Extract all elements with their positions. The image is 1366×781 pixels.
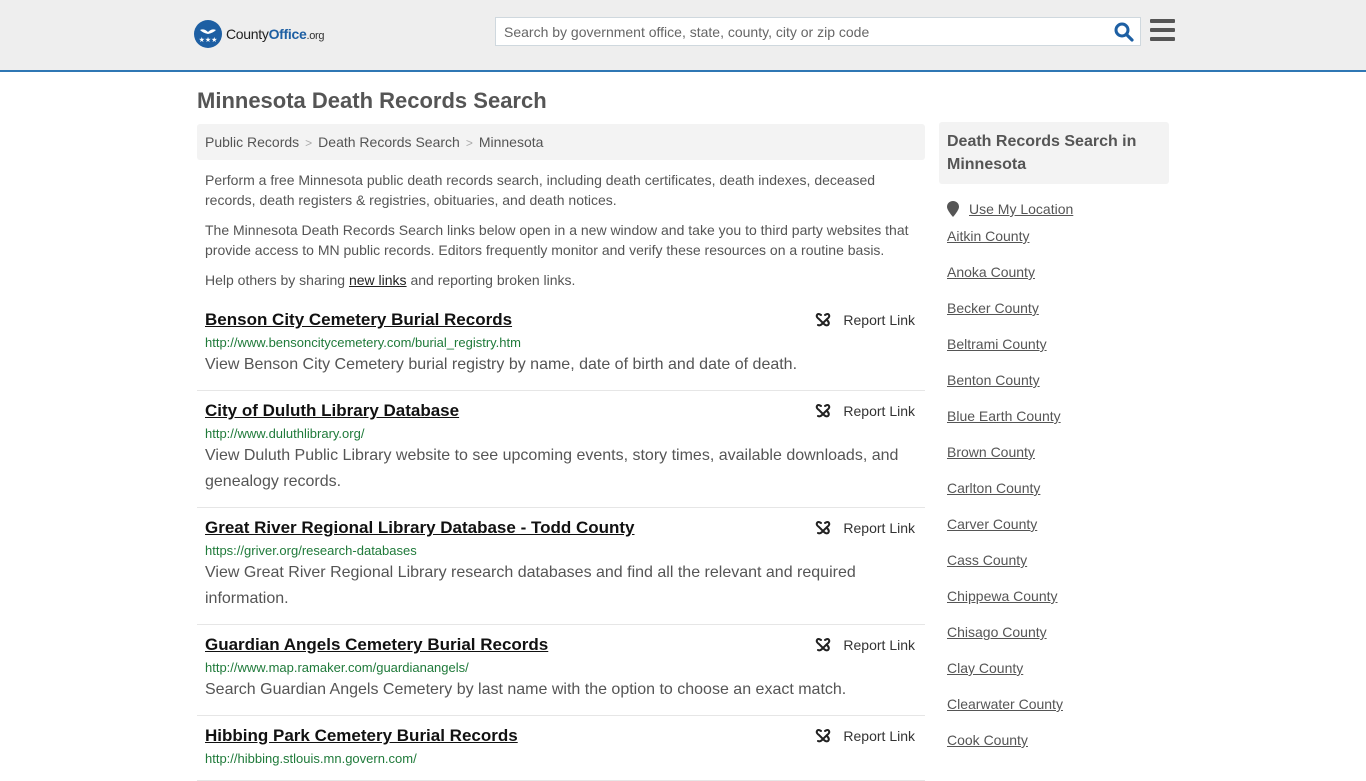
result-description: View Duluth Public Library website to se… bbox=[205, 447, 899, 490]
county-list-item: Beltrami County bbox=[947, 336, 1169, 372]
breadcrumb-minnesota[interactable]: Minnesota bbox=[479, 134, 544, 150]
search-icon bbox=[1114, 22, 1134, 42]
result-url: http://www.bensoncitycemetery.com/burial… bbox=[205, 335, 521, 350]
breadcrumb-separator: > bbox=[465, 136, 473, 150]
county-list-item: Clearwater County bbox=[947, 696, 1169, 732]
county-link[interactable]: Clay County bbox=[947, 660, 1023, 676]
report-link-button[interactable]: Report Link bbox=[815, 728, 915, 744]
result-url: http://www.map.ramaker.com/guardianangel… bbox=[205, 660, 469, 675]
county-list-item: Carlton County bbox=[947, 480, 1169, 516]
menu-icon-bar bbox=[1150, 37, 1175, 41]
result-item: Hibbing Park Cemetery Burial Records htt… bbox=[197, 716, 925, 781]
county-list-item: Brown County bbox=[947, 444, 1169, 480]
use-location: Use My Location bbox=[939, 201, 1169, 217]
intro-share-paragraph: Help others by sharing new links and rep… bbox=[205, 272, 576, 288]
use-my-location-link[interactable]: Use My Location bbox=[969, 201, 1073, 217]
county-link[interactable]: Chisago County bbox=[947, 624, 1047, 640]
result-item: Great River Regional Library Database - … bbox=[197, 508, 925, 625]
result-description: View Great River Regional Library resear… bbox=[205, 564, 856, 607]
county-link[interactable]: Cass County bbox=[947, 552, 1027, 568]
county-link[interactable]: Brown County bbox=[947, 444, 1035, 460]
logo-text: CountyOffice.org bbox=[226, 26, 325, 42]
breadcrumb-death-records-search[interactable]: Death Records Search bbox=[318, 134, 460, 150]
result-url: http://www.duluthlibrary.org/ bbox=[205, 426, 365, 441]
search-button[interactable] bbox=[1114, 22, 1134, 42]
broken-link-icon bbox=[816, 521, 831, 535]
intro-text: Perform a free Minnesota public death re… bbox=[205, 170, 920, 300]
county-list-item: Chisago County bbox=[947, 624, 1169, 660]
search-input[interactable] bbox=[496, 18, 1106, 45]
menu-icon-bar bbox=[1150, 19, 1175, 23]
result-url: https://griver.org/research-databases bbox=[205, 543, 417, 558]
county-list-item: Cook County bbox=[947, 732, 1169, 768]
county-link[interactable]: Carver County bbox=[947, 516, 1037, 532]
county-list-item: Cass County bbox=[947, 552, 1169, 588]
result-title-link[interactable]: Hibbing Park Cemetery Burial Records bbox=[205, 726, 518, 746]
new-links-link[interactable]: new links bbox=[349, 272, 407, 288]
county-link[interactable]: Chippewa County bbox=[947, 588, 1058, 604]
county-list-item: Aitkin County bbox=[947, 228, 1169, 264]
broken-link-icon bbox=[816, 638, 831, 652]
county-link[interactable]: Clearwater County bbox=[947, 696, 1063, 712]
county-list-item: Carver County bbox=[947, 516, 1169, 552]
county-link[interactable]: Anoka County bbox=[947, 264, 1035, 280]
result-title-link[interactable]: City of Duluth Library Database bbox=[205, 401, 459, 421]
svg-text:★★★: ★★★ bbox=[199, 36, 218, 44]
broken-link-icon bbox=[816, 729, 831, 743]
broken-link-icon bbox=[816, 313, 831, 327]
result-title-link[interactable]: Guardian Angels Cemetery Burial Records bbox=[205, 635, 548, 655]
broken-link-icon bbox=[816, 404, 831, 418]
county-list-item: Anoka County bbox=[947, 264, 1169, 300]
county-list: Aitkin County Anoka County Becker County Be… bbox=[939, 228, 1169, 768]
eagle-logo-icon: ★★★ bbox=[194, 20, 222, 48]
result-description: View Benson City Cemetery burial registr… bbox=[205, 356, 798, 373]
intro-paragraph: The Minnesota Death Records Search links… bbox=[205, 222, 909, 258]
result-title-link[interactable]: Benson City Cemetery Burial Records bbox=[205, 310, 512, 330]
report-link-button[interactable]: Report Link bbox=[815, 312, 915, 328]
sidebar-heading: Death Records Search in Minnesota bbox=[939, 122, 1169, 184]
report-link-button[interactable]: Report Link bbox=[815, 403, 915, 419]
map-pin-icon bbox=[947, 201, 959, 217]
county-list-item: Blue Earth County bbox=[947, 408, 1169, 444]
report-link-button[interactable]: Report Link bbox=[815, 520, 915, 536]
site-logo[interactable]: ★★★ CountyOffice.org bbox=[194, 20, 325, 48]
county-link[interactable]: Beltrami County bbox=[947, 336, 1047, 352]
county-link[interactable]: Becker County bbox=[947, 300, 1039, 316]
county-list-item: Chippewa County bbox=[947, 588, 1169, 624]
search-box bbox=[495, 17, 1141, 46]
county-list-item: Clay County bbox=[947, 660, 1169, 696]
result-title-link[interactable]: Great River Regional Library Database - … bbox=[205, 518, 635, 538]
county-link[interactable]: Aitkin County bbox=[947, 228, 1029, 244]
menu-icon-bar bbox=[1150, 28, 1175, 32]
county-list-item: Benton County bbox=[947, 372, 1169, 408]
result-url: http://hibbing.stlouis.mn.govern.com/ bbox=[205, 751, 417, 766]
intro-paragraph: Perform a free Minnesota public death re… bbox=[205, 172, 876, 208]
result-item: Benson City Cemetery Burial Records http… bbox=[197, 300, 925, 391]
result-item: City of Duluth Library Database http://w… bbox=[197, 391, 925, 508]
result-description: Search Guardian Angels Cemetery by last … bbox=[205, 681, 847, 698]
county-list-item: Becker County bbox=[947, 300, 1169, 336]
page-title: Minnesota Death Records Search bbox=[197, 88, 547, 113]
county-link[interactable]: Benton County bbox=[947, 372, 1040, 388]
county-link[interactable]: Carlton County bbox=[947, 480, 1040, 496]
site-header: ★★★ CountyOffice.org bbox=[0, 0, 1366, 72]
report-link-button[interactable]: Report Link bbox=[815, 637, 915, 653]
county-link[interactable]: Blue Earth County bbox=[947, 408, 1061, 424]
result-item: Guardian Angels Cemetery Burial Records … bbox=[197, 625, 925, 716]
breadcrumb-public-records[interactable]: Public Records bbox=[205, 134, 299, 150]
breadcrumb-separator: > bbox=[305, 136, 313, 150]
hamburger-menu-button[interactable] bbox=[1150, 19, 1176, 43]
sidebar: Death Records Search in Minnesota Use My… bbox=[939, 122, 1169, 768]
county-link[interactable]: Cook County bbox=[947, 732, 1028, 748]
breadcrumb: Public Records > Death Records Search > Minn… bbox=[197, 124, 925, 160]
results-list: Benson City Cemetery Burial Records http… bbox=[197, 300, 925, 781]
